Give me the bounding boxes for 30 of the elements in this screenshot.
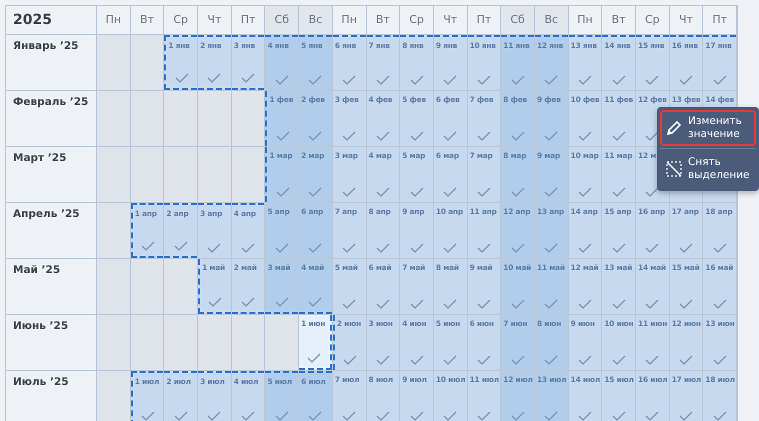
weekday-header: Ср <box>636 6 669 34</box>
weekday-header: Пн <box>332 6 366 34</box>
weekday-header: Сб <box>501 6 534 34</box>
weekday-header: Вс <box>534 6 568 34</box>
weekday-header: Пн <box>568 6 602 34</box>
weekday-header: Вт <box>366 6 400 34</box>
weekday-header: Пт <box>703 6 736 34</box>
menu-item[interactable]: Изменить значение <box>660 110 756 146</box>
month-label: Май ’25 <box>6 259 96 314</box>
weekday-header: Сб <box>265 6 298 34</box>
weekday-header: Ср <box>164 6 198 34</box>
month-label: Июль ’25 <box>6 371 96 421</box>
month-label: Январь ’25 <box>6 35 96 90</box>
weekday-header: Ср <box>400 6 433 34</box>
weekday-header: Вт <box>602 6 635 34</box>
weekday-header: Вт <box>130 6 164 34</box>
weekday-header: Пт <box>468 6 500 34</box>
weekday-header: Чт <box>434 6 467 34</box>
month-label: Апрель ’25 <box>6 203 96 258</box>
weekday-header: Пт <box>232 6 264 34</box>
weekday-header: Чт <box>670 6 702 34</box>
clear-selection-icon <box>665 160 683 178</box>
weekday-header: Пн <box>97 6 130 34</box>
weekday-header: Вс <box>299 6 332 34</box>
month-label: Март ’25 <box>6 147 96 202</box>
year-label: 2025 <box>6 6 96 34</box>
weekday-header: Чт <box>198 6 231 34</box>
month-label: Февраль ’25 <box>6 91 96 146</box>
month-label: Июнь ’25 <box>6 315 96 370</box>
pencil-icon <box>665 119 683 138</box>
